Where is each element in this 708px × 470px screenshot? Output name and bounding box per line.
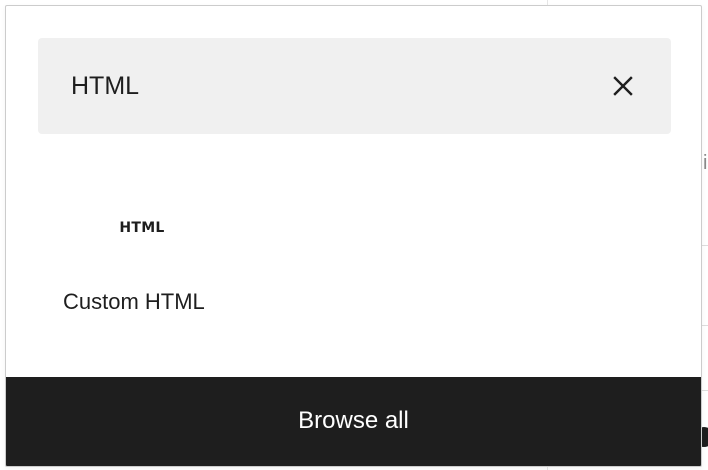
clear-search-button[interactable] bbox=[603, 66, 643, 106]
block-result-custom-html[interactable]: HTML Custom HTML bbox=[46, 196, 246, 336]
html-block-icon: HTML bbox=[119, 220, 165, 236]
browse-all-button[interactable]: Browse all bbox=[6, 377, 701, 466]
block-inserter-popover: HTML Custom HTML Browse all bbox=[5, 5, 702, 467]
search-box bbox=[38, 38, 671, 134]
search-input[interactable] bbox=[71, 66, 603, 106]
backdrop-text-fragment: i bbox=[703, 152, 708, 174]
block-result-label: Custom HTML bbox=[63, 289, 205, 314]
close-icon bbox=[613, 76, 633, 96]
